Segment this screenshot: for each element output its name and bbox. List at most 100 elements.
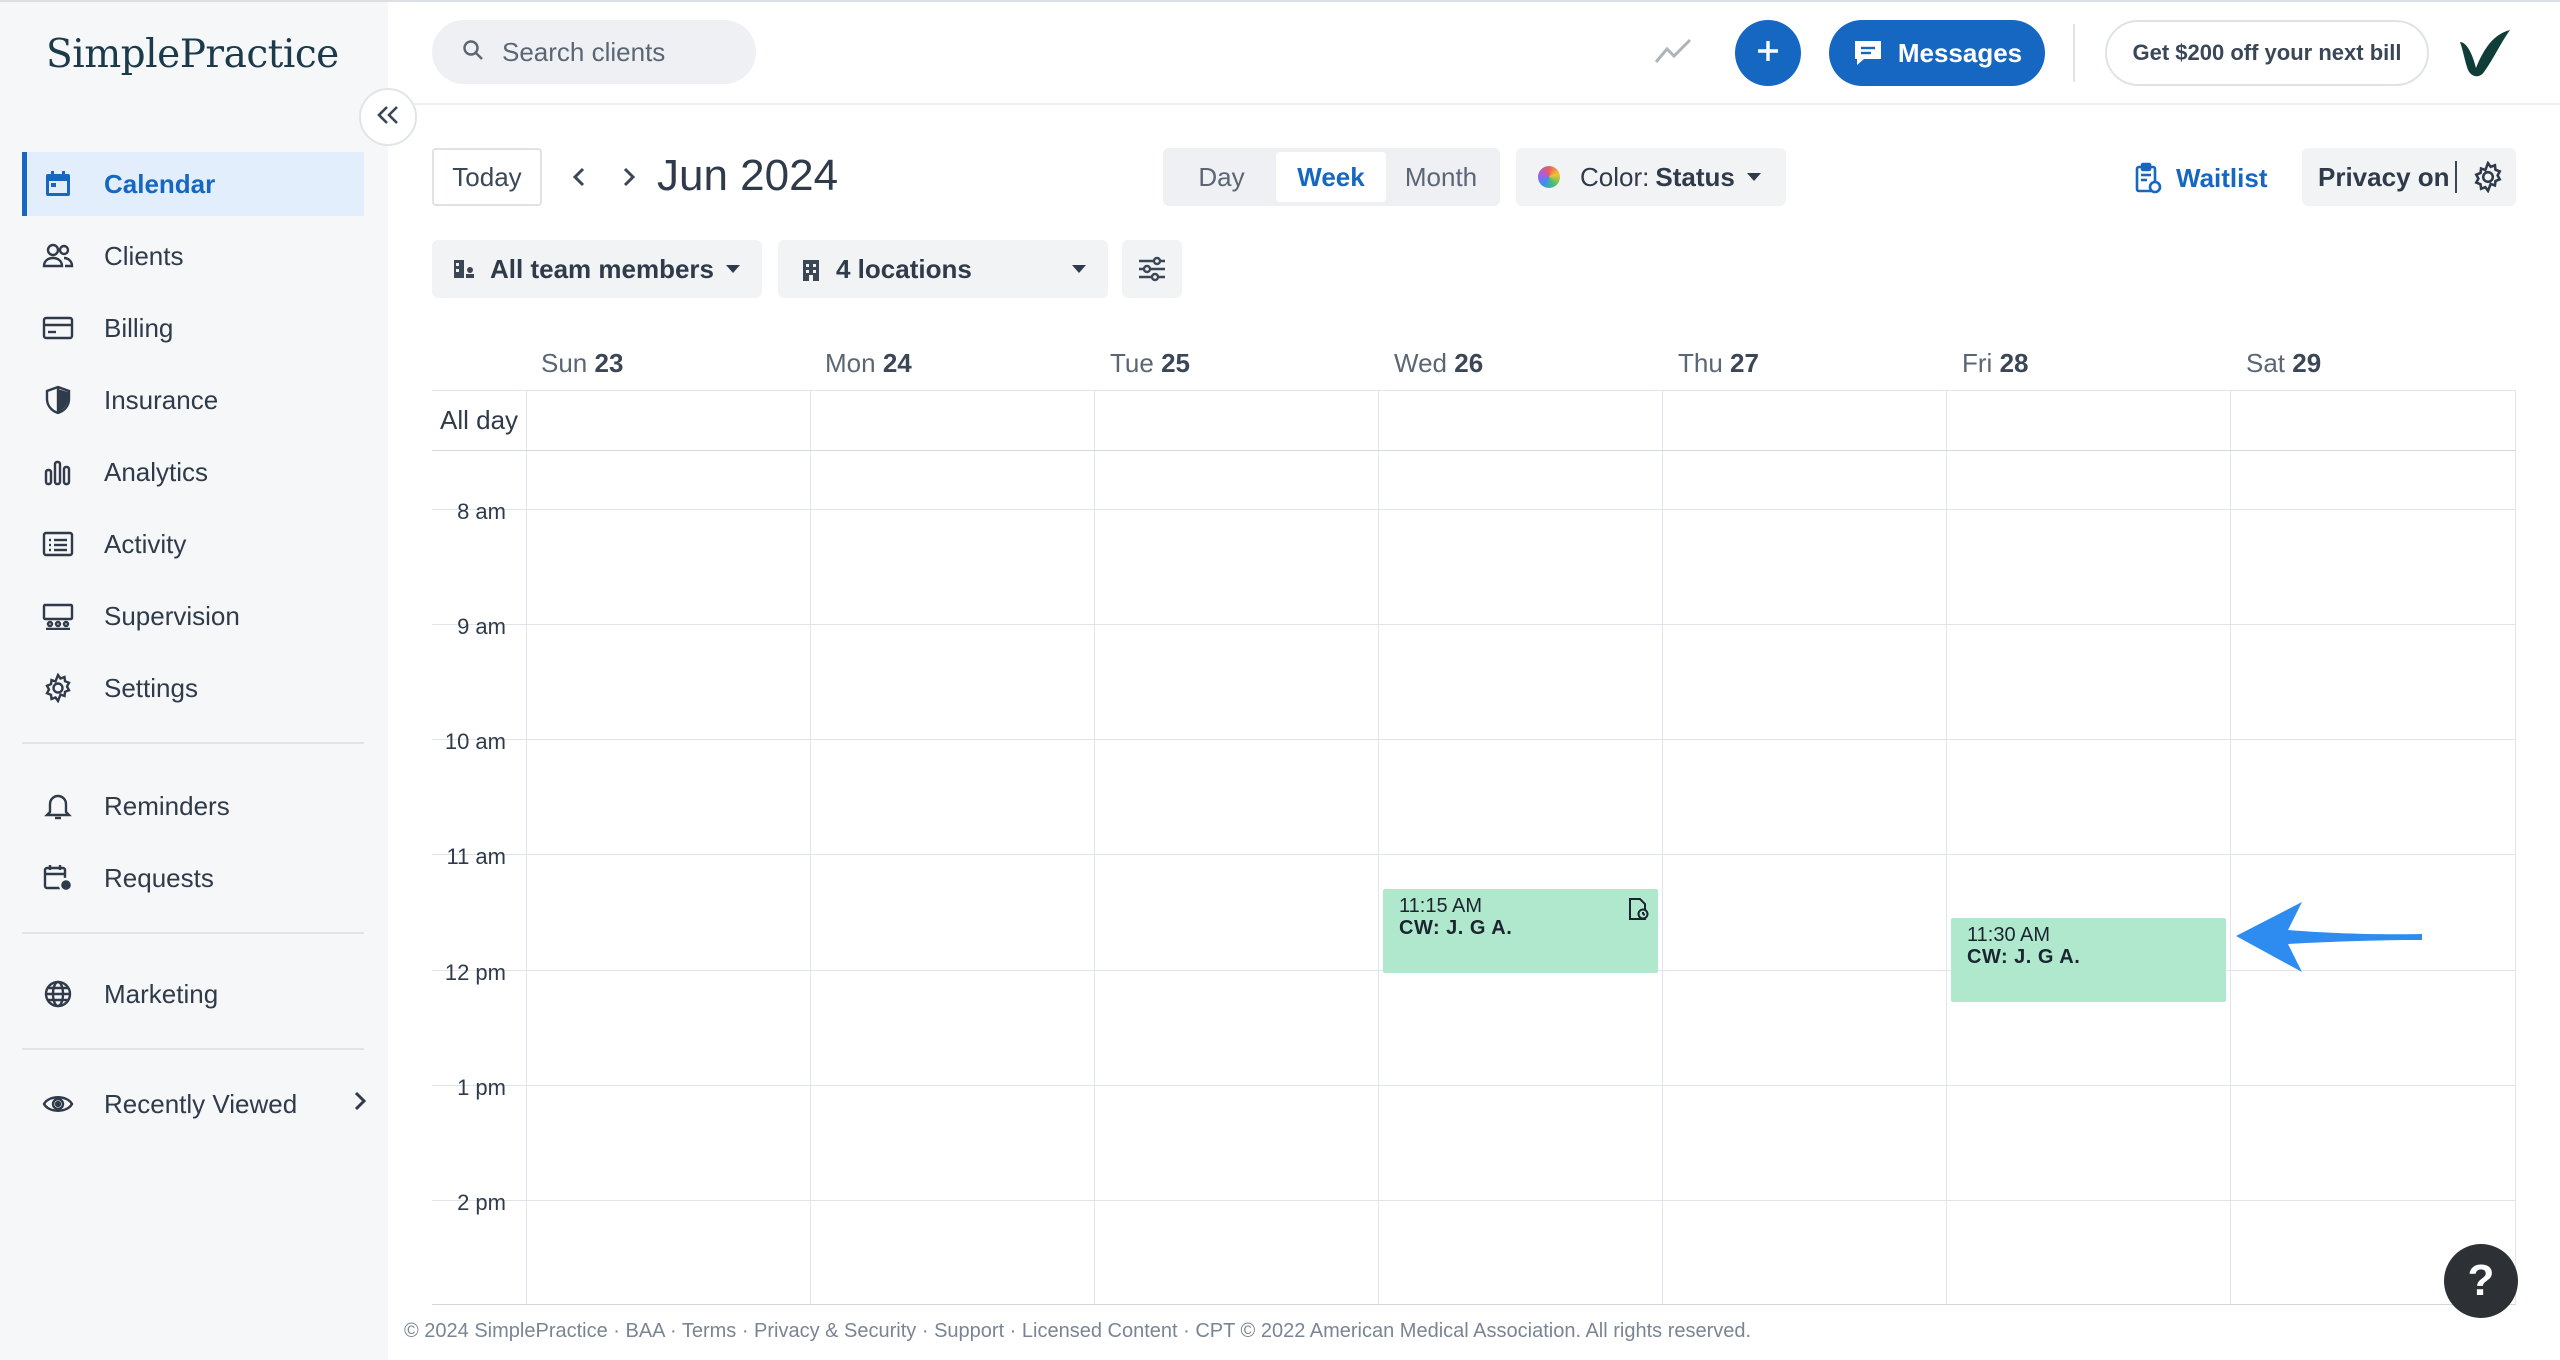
grid-row-line	[432, 624, 2516, 625]
grid-column-line	[810, 390, 811, 1305]
gear-icon	[42, 672, 74, 704]
view-month-tab[interactable]: Month	[1386, 152, 1496, 202]
sidebar-item-label: Activity	[104, 528, 187, 559]
sidebar-item-label: Requests	[104, 862, 214, 893]
search-icon	[462, 39, 484, 66]
sidebar-item-label: Insurance	[104, 384, 219, 415]
sidebar-divider	[22, 742, 364, 744]
day-header-mon[interactable]: Mon 24	[825, 348, 912, 379]
day-header-sun[interactable]: Sun 23	[541, 348, 623, 379]
team-filter-label: All team members	[490, 253, 714, 284]
grid-column-line	[1378, 390, 1379, 1305]
day-header-thu[interactable]: Thu 27	[1678, 348, 1759, 379]
sidebar-item-settings[interactable]: Settings	[22, 656, 364, 720]
sidebar-item-label: Reminders	[104, 790, 230, 821]
note-icon	[1626, 897, 1650, 926]
grid-row-line	[432, 509, 2516, 510]
privacy-label: Privacy on	[2318, 161, 2450, 192]
view-switcher: Day Week Month	[1163, 148, 1500, 206]
help-button[interactable]: ?	[2444, 1244, 2518, 1318]
color-value: Status	[1655, 161, 1735, 192]
trend-line-icon[interactable]	[1654, 36, 1694, 71]
topbar-divider	[2073, 24, 2075, 82]
sidebar-item-reminders[interactable]: Reminders	[22, 774, 364, 838]
gear-icon[interactable]	[2472, 160, 2504, 200]
team-icon	[454, 260, 474, 278]
search-bar[interactable]	[432, 20, 756, 84]
sidebar-divider	[22, 932, 364, 934]
event-time: 11:30 AM	[1967, 924, 2051, 946]
waitlist-button[interactable]: Waitlist	[2134, 156, 2267, 200]
globe-icon	[42, 978, 74, 1010]
grid-row-line	[432, 1085, 2516, 1086]
all-day-label: All day	[440, 405, 519, 435]
sidebar-item-activity[interactable]: Activity	[22, 512, 364, 576]
sidebar-item-label: Analytics	[104, 456, 209, 487]
grid-column-line	[526, 390, 527, 1305]
grid-row-line	[432, 854, 2516, 855]
promo-button[interactable]: Get $200 off your next bill	[2105, 20, 2429, 86]
sidebar-item-analytics[interactable]: Analytics	[22, 440, 364, 504]
color-by-dropdown[interactable]: Color: Status	[1516, 148, 1786, 206]
sidebar-item-label: Marketing	[104, 978, 219, 1009]
shield-icon	[42, 384, 74, 416]
add-button[interactable]	[1735, 20, 1801, 86]
waitlist-icon	[2135, 162, 2162, 194]
sidebar-item-clients[interactable]: Clients	[22, 224, 364, 288]
plus-icon	[1755, 38, 1781, 69]
grid-column-line	[2230, 390, 2231, 1305]
grid-column-line	[1662, 390, 1663, 1305]
team-members-dropdown[interactable]: All team members	[432, 240, 762, 298]
time-label: 11 am	[446, 844, 506, 869]
calendar-icon	[42, 168, 74, 200]
footer-text: © 2024 SimplePractice · BAA · Terms · Pr…	[404, 1320, 1752, 1342]
sidebar-item-calendar[interactable]: Calendar	[22, 152, 364, 216]
view-day-tab[interactable]: Day	[1167, 152, 1276, 202]
grid-row-line	[432, 390, 2516, 391]
account-avatar[interactable]	[2454, 26, 2514, 85]
time-label: 8 am	[457, 499, 506, 524]
sidebar-item-insurance[interactable]: Insurance	[22, 368, 364, 432]
sidebar-item-recently-viewed[interactable]: Recently Viewed	[22, 1072, 367, 1136]
next-week-button[interactable]	[612, 160, 646, 194]
sidebar-item-marketing[interactable]: Marketing	[22, 962, 364, 1026]
grid-column-line	[2515, 390, 2516, 1305]
messages-label: Messages	[1897, 37, 2023, 68]
eye-icon	[42, 1088, 74, 1120]
collapse-sidebar-button[interactable]	[359, 88, 417, 146]
today-button[interactable]: Today	[432, 148, 542, 206]
sidebar: SimplePractice Calendar Clients Billing …	[0, 2, 388, 1360]
sidebar-divider	[22, 1048, 364, 1050]
time-label: 1 pm	[457, 1075, 506, 1100]
sidebar-item-label: Settings	[104, 672, 198, 703]
topbar-bottom-border	[388, 103, 2560, 105]
day-header-fri[interactable]: Fri 28	[1962, 348, 2028, 379]
day-header-wed[interactable]: Wed 26	[1394, 348, 1483, 379]
time-label: 2 pm	[457, 1190, 506, 1215]
previous-week-button[interactable]	[562, 160, 596, 194]
clients-icon	[42, 240, 74, 272]
privacy-toggle[interactable]: Privacy on	[2302, 148, 2516, 206]
calendar-settings-button[interactable]	[1122, 240, 1182, 298]
sidebar-item-supervision[interactable]: Supervision	[22, 584, 364, 648]
sidebar-item-label: Billing	[104, 312, 174, 343]
annotation-arrow-icon	[2232, 900, 2424, 979]
logo[interactable]: SimplePractice	[46, 32, 339, 77]
waitlist-label: Waitlist	[2176, 162, 2268, 193]
privacy-divider	[2455, 161, 2457, 193]
day-header-tue[interactable]: Tue 25	[1110, 348, 1190, 379]
grid-row-line	[432, 739, 2516, 740]
messages-button[interactable]: Messages	[1829, 20, 2045, 86]
sidebar-item-requests[interactable]: Requests	[22, 846, 364, 910]
time-label: 12 pm	[444, 960, 506, 985]
appointment-event[interactable]: 11:30 AM CW: J. G A.	[1951, 918, 2226, 1002]
date-range-title: Jun 2024	[657, 151, 839, 200]
appointment-event[interactable]: 11:15 AM CW: J. G A.	[1383, 889, 1658, 973]
event-time: 11:15 AM	[1399, 895, 1483, 917]
view-week-tab[interactable]: Week	[1276, 152, 1386, 202]
sidebar-item-billing[interactable]: Billing	[22, 296, 364, 360]
chat-bubble-icon	[1854, 41, 1881, 65]
day-header-sat[interactable]: Sat 29	[2246, 348, 2321, 379]
locations-dropdown[interactable]: 4 locations	[778, 240, 1108, 298]
search-input[interactable]	[502, 36, 742, 68]
